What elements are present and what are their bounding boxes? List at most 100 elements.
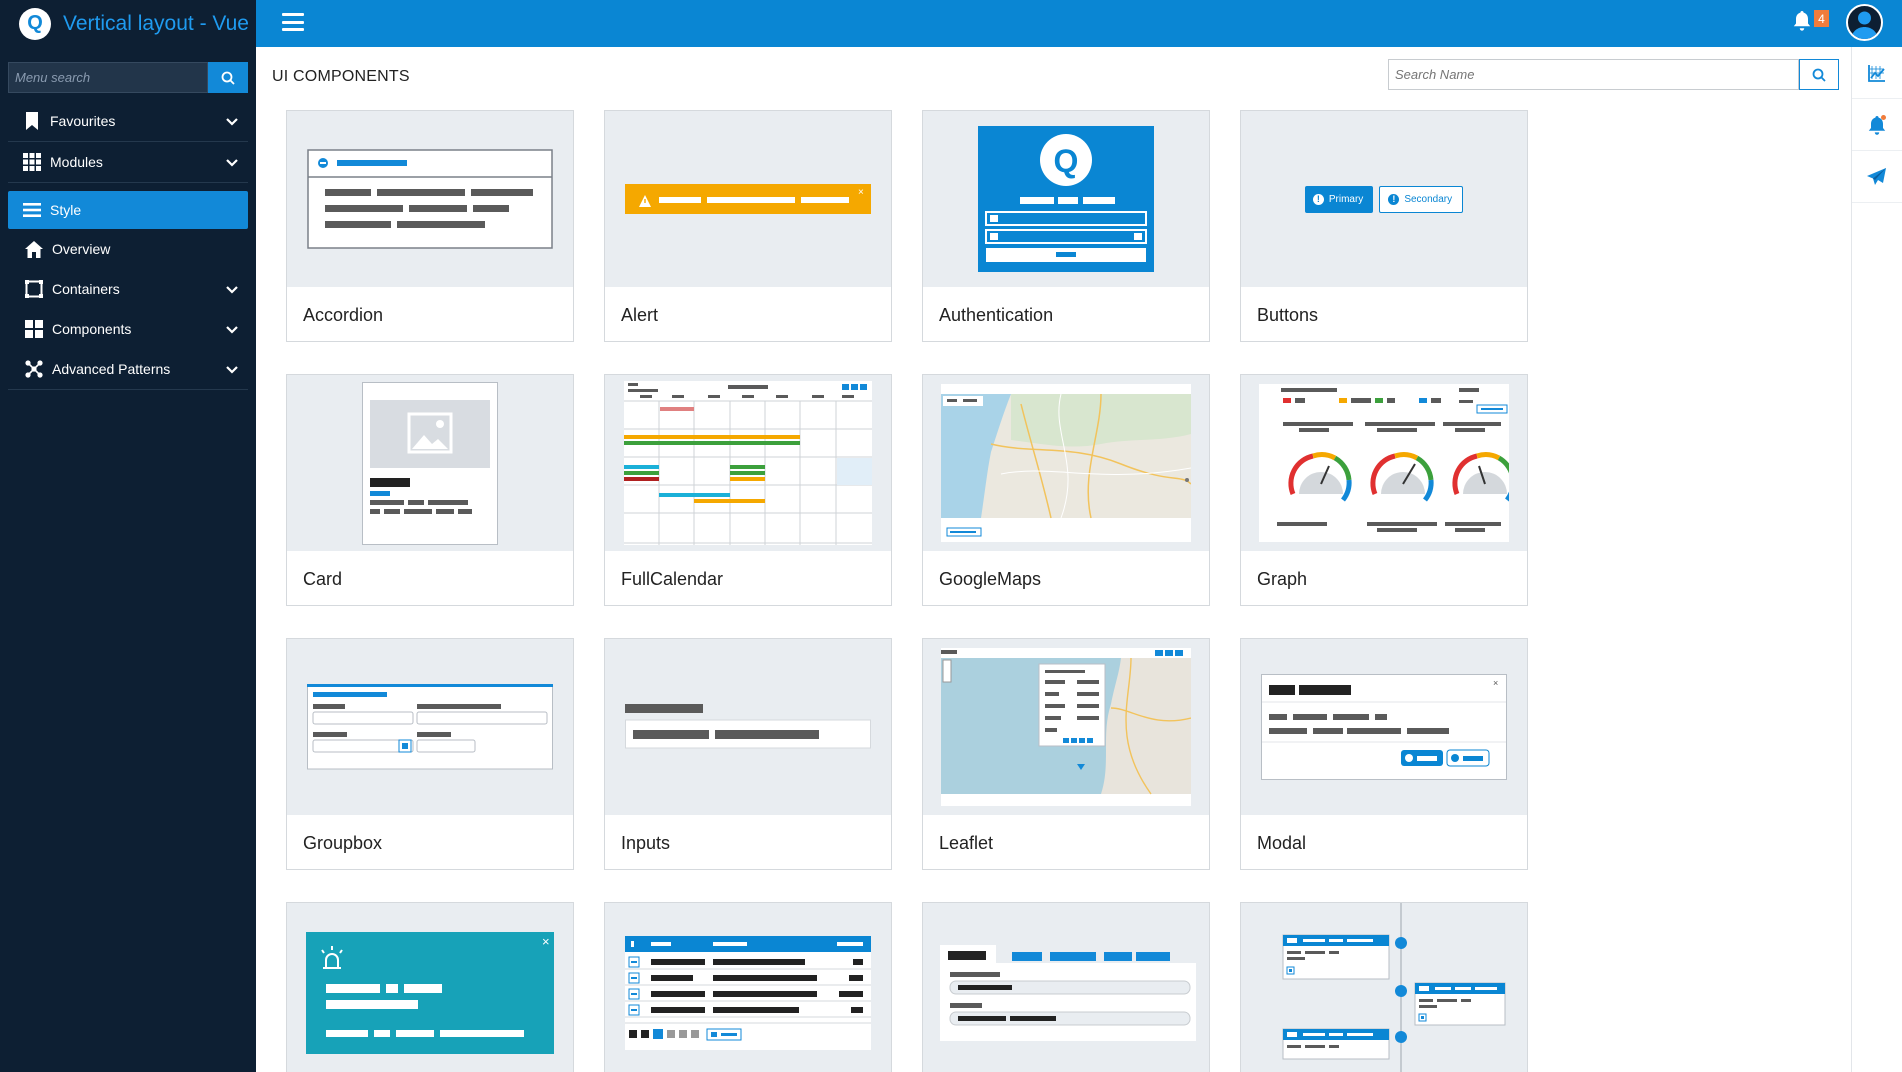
component-card-notification[interactable]: × <box>286 902 574 1072</box>
chart-icon <box>1868 64 1885 82</box>
tiles-icon <box>24 319 44 339</box>
component-card-label: FullCalendar <box>621 569 724 589</box>
sidebar-item-advanced-patterns[interactable]: Advanced Patterns <box>0 349 256 389</box>
list-icon <box>22 200 42 220</box>
sidebar-nav: Favourites Modules Style Overview Contai… <box>0 101 256 390</box>
sidebar-item-label: Modules <box>50 154 103 170</box>
hamburger-menu-icon[interactable] <box>282 13 304 31</box>
component-card-accordion[interactable]: Accordion <box>286 110 574 342</box>
menu-search-button[interactable] <box>208 62 248 93</box>
component-card-authentication[interactable]: Q Authentication <box>922 110 1210 342</box>
component-card-label: Authentication <box>939 305 1054 325</box>
search-icon <box>1812 68 1826 82</box>
inputs-thumbnail <box>605 639 891 815</box>
buttons-thumbnail: ! Primary ! Secondary <box>1241 111 1527 287</box>
leaflet-thumbnail <box>923 639 1209 815</box>
square-icon <box>24 279 44 299</box>
rail-chart-button[interactable] <box>1852 47 1902 99</box>
app-logo: Q <box>19 7 51 40</box>
component-card-tabs[interactable] <box>922 902 1210 1072</box>
googlemaps-thumbnail <box>923 375 1209 551</box>
timeline-thumbnail <box>1241 903 1527 1072</box>
component-card-label: Card <box>303 569 343 589</box>
component-card-leaflet[interactable]: Leaflet <box>922 638 1210 870</box>
component-card-fullcalendar[interactable]: FullCalendar <box>604 374 892 606</box>
svg-text:×: × <box>1493 678 1498 688</box>
component-card-label: Accordion <box>303 305 384 325</box>
info-icon: ! <box>1312 193 1324 205</box>
component-card-groupbox[interactable]: Groupbox <box>286 638 574 870</box>
component-card-card[interactable]: Card <box>286 374 574 606</box>
divider <box>8 389 248 390</box>
card-thumbnail <box>287 375 573 551</box>
accordion-thumbnail <box>287 111 573 287</box>
app-title: Vertical layout - Vue <box>63 11 249 35</box>
component-card-inputs[interactable]: Inputs <box>604 638 892 870</box>
chevron-down-icon <box>226 154 238 170</box>
rail-send-button[interactable] <box>1852 151 1902 203</box>
component-card-label: Groupbox <box>303 833 383 853</box>
svg-text:Q: Q <box>1054 143 1079 179</box>
search-name-button[interactable] <box>1799 59 1839 90</box>
svg-text:×: × <box>542 934 550 949</box>
bookmark-icon <box>22 111 42 131</box>
component-card-label: Modal <box>1257 833 1307 853</box>
alert-thumbnail: × <box>605 111 891 287</box>
chevron-down-icon <box>226 281 238 297</box>
right-rail <box>1851 47 1902 1072</box>
component-card-label: Graph <box>1257 569 1308 589</box>
sidebar-item-modules[interactable]: Modules <box>0 142 256 182</box>
menu-search <box>8 62 248 93</box>
component-search <box>1388 59 1839 90</box>
brand[interactable]: Q Vertical layout - Vue <box>0 0 256 47</box>
fullcalendar-thumbnail <box>605 375 891 551</box>
groupbox-thumbnail <box>287 639 573 815</box>
svg-text:×: × <box>858 187 864 198</box>
component-card-label: Alert <box>621 305 659 325</box>
search-name-input[interactable] <box>1388 59 1799 90</box>
search-icon <box>221 71 235 85</box>
component-card-googlemaps[interactable]: GoogleMaps <box>922 374 1210 606</box>
component-card-label: Inputs <box>621 833 671 853</box>
topbar: 4 <box>256 0 1902 47</box>
component-card-alert[interactable]: × Alert <box>604 110 892 342</box>
sidebar: Q Vertical layout - Vue Favourites Modul… <box>0 0 256 1072</box>
authentication-thumbnail: Q <box>923 111 1209 287</box>
component-card-buttons[interactable]: ! Primary ! Secondary Buttons <box>1240 110 1528 342</box>
chevron-down-icon <box>226 361 238 377</box>
sidebar-item-label: Containers <box>52 281 120 297</box>
component-card-label: Leaflet <box>939 833 994 853</box>
sidebar-item-label: Overview <box>52 241 111 257</box>
info-icon: ! <box>1388 193 1400 205</box>
user-avatar[interactable] <box>1846 4 1883 41</box>
component-card-timeline[interactable] <box>1240 902 1528 1072</box>
table-thumbnail <box>605 903 891 1072</box>
component-card-label: Buttons <box>1257 305 1319 325</box>
sidebar-item-overview[interactable]: Overview <box>0 229 256 269</box>
sidebar-item-favourites[interactable]: Favourites <box>0 101 256 141</box>
primary-label: Primary <box>1328 193 1364 205</box>
menu-search-input[interactable] <box>8 62 208 93</box>
tabs-thumbnail <box>923 903 1209 1072</box>
sidebar-item-containers[interactable]: Containers <box>0 269 256 309</box>
component-card-table[interactable] <box>604 902 892 1072</box>
modal-thumbnail: × <box>1241 639 1527 815</box>
secondary-label: Secondary <box>1404 193 1453 205</box>
sidebar-item-label: Advanced Patterns <box>52 361 171 377</box>
sidebar-item-label: Favourites <box>50 113 116 129</box>
sidebar-item-style[interactable]: Style <box>8 191 248 229</box>
bell-icon <box>1868 114 1886 135</box>
component-card-graph[interactable]: Graph <box>1240 374 1528 606</box>
chevron-down-icon <box>226 113 238 129</box>
component-card-modal[interactable]: × Modal <box>1240 638 1528 870</box>
divider <box>8 182 248 183</box>
notifications-bell-icon[interactable] <box>1793 11 1811 36</box>
sidebar-item-label: Components <box>52 321 132 337</box>
graph-thumbnail <box>1241 375 1527 551</box>
rail-notifications-button[interactable] <box>1852 99 1902 151</box>
sidebar-item-label: Style <box>50 202 82 218</box>
grid-icon <box>22 152 42 172</box>
nodes-icon <box>24 359 44 379</box>
chevron-down-icon <box>226 321 238 337</box>
sidebar-item-components[interactable]: Components <box>0 309 256 349</box>
